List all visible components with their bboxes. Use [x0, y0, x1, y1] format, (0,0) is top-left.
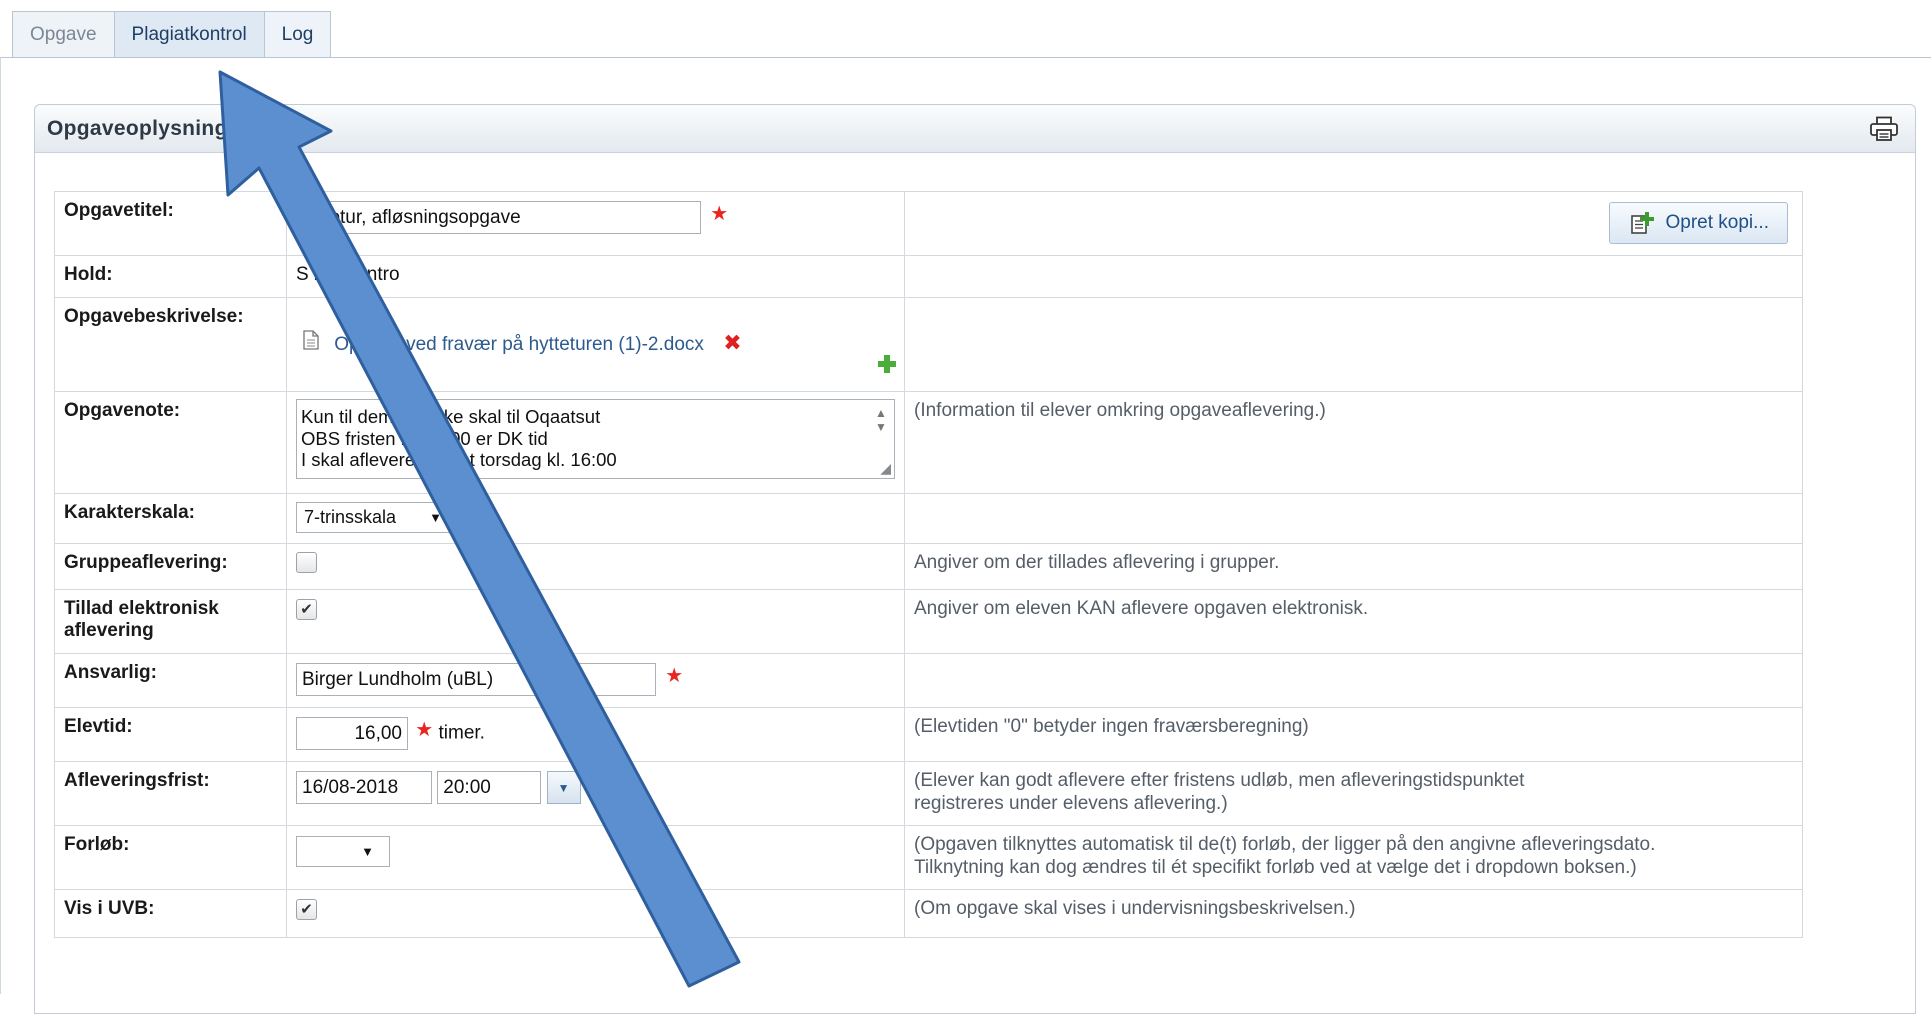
team-value: S 2018 Intro [286, 255, 905, 298]
student-time-input[interactable] [296, 717, 408, 750]
responsible-input[interactable] [296, 663, 656, 696]
row-team: Hold: S 2018 Intro [54, 255, 1803, 298]
electronic-label-2: aflevering [64, 619, 154, 641]
student-time-unit: timer. [438, 722, 485, 744]
team-label: Hold: [54, 255, 287, 298]
chevron-down-icon: ▼ [429, 510, 442, 525]
create-copy-label: Opret kopi... [1665, 211, 1770, 233]
note-textarea[interactable]: Kun til dem der ikke skal til Oqaatsut O… [296, 399, 895, 479]
assignment-form: Opgavetitel: ★ Opret kopi... Hold: S 201… [54, 191, 1803, 938]
electronic-hint: Angiver om eleven KAN aflevere opgaven e… [904, 589, 1803, 654]
title-input[interactable] [296, 201, 701, 234]
uvb-checkbox[interactable]: ✔ [296, 898, 317, 920]
uvb-hint: (Om opgave skal vises i undervisningsbes… [904, 889, 1803, 938]
grade-scale-label: Karakterskala: [54, 493, 287, 544]
add-file-icon[interactable] [877, 354, 897, 380]
required-star: ★ [665, 665, 684, 687]
group-checkbox[interactable] [296, 552, 317, 573]
group-hint: Angiver om der tillades aflevering i gru… [904, 543, 1803, 590]
tab-divider [0, 57, 1931, 58]
panel-header: Opgaveoplysninger [35, 105, 1915, 153]
panel-title: Opgaveoplysninger [47, 116, 249, 140]
row-course: Forløb: ▼ (Opgaven tilknyttes automatisk… [54, 825, 1803, 890]
title-label: Opgavetitel: [54, 191, 287, 256]
tab-bar: Opgave Plagiatkontrol Log [12, 11, 332, 58]
row-title: Opgavetitel: ★ Opret kopi... [54, 191, 1803, 256]
electronic-checkbox[interactable]: ✔ [296, 598, 317, 620]
note-hint: (Information til elever omkring opgaveaf… [904, 391, 1803, 494]
row-deadline: Afleveringsfrist: ▼ (Elever kan godt afl… [54, 761, 1803, 826]
deadline-hint-1: (Elever kan godt aflevere efter fristens… [914, 770, 1525, 791]
required-star: ★ [710, 203, 729, 225]
required-star: ★ [415, 719, 434, 741]
description-label: Opgavebeskrivelse: [54, 297, 287, 392]
tab-log[interactable]: Log [263, 11, 332, 58]
textarea-scroll-arrows[interactable]: ▲ ▼ [872, 406, 890, 434]
note-line-1: Kun til dem der ikke skal til Oqaatsut [301, 406, 601, 427]
tab-plagiatkontrol[interactable]: Plagiatkontrol [113, 11, 265, 58]
course-label: Forløb: [54, 825, 287, 890]
time-picker-button[interactable]: ▼ [546, 771, 581, 804]
attached-file-link[interactable]: Opgave ved fravær på hytteturen (1)-2.do… [334, 334, 704, 355]
note-line-2: OBS fristen kl. 20:00 er DK tid [301, 427, 548, 449]
chevron-down-icon: ▼ [361, 843, 374, 859]
responsible-label: Ansvarlig: [54, 653, 287, 708]
copy-add-icon [1630, 212, 1654, 234]
electronic-label-1: Tillad elektronisk [64, 598, 219, 619]
course-select[interactable]: ▼ [296, 835, 390, 867]
delete-file-icon[interactable]: ✖ [723, 330, 741, 355]
resize-grip-icon[interactable]: ◢ [880, 460, 891, 476]
content-border [0, 57, 1, 994]
row-grade-scale: Karakterskala: 7-trinsskala ▼ [54, 493, 1803, 544]
student-time-label: Elevtid: [54, 707, 287, 762]
row-description: Opgavebeskrivelse: Opgave ved fravær på … [54, 297, 1803, 392]
deadline-label: Afleveringsfrist: [54, 761, 287, 826]
document-icon [303, 330, 324, 355]
row-uvb: Vis i UVB: ✔ (Om opgave skal vises i und… [54, 889, 1803, 938]
grade-scale-select[interactable]: 7-trinsskala ▼ [296, 502, 450, 533]
student-time-hint: (Elevtiden "0" betyder ingen fraværsbere… [904, 707, 1803, 762]
deadline-hint-2: registreres under elevens aflevering.) [914, 792, 1228, 814]
note-line-3: I skal aflevere senest torsdag kl. 16:00 [301, 449, 617, 471]
uvb-label: Vis i UVB: [54, 889, 287, 938]
chevron-down-icon: ▼ [557, 780, 570, 795]
note-label: Opgavenote: [54, 391, 287, 494]
row-student-time: Elevtid: ★ timer. (Elevtiden "0" betyder… [54, 707, 1803, 762]
printer-icon[interactable] [1867, 114, 1901, 144]
group-label: Gruppeaflevering: [54, 543, 287, 590]
row-note: Opgavenote: Kun til dem der ikke skal ti… [54, 391, 1803, 494]
course-hint-2: Tilknytning kan dog ændres til ét specif… [914, 856, 1637, 878]
tab-opgave[interactable]: Opgave [12, 11, 115, 58]
row-responsible: Ansvarlig: ★ [54, 653, 1803, 708]
row-group: Gruppeaflevering: Angiver om der tillade… [54, 543, 1803, 590]
create-copy-button[interactable]: Opret kopi... [1608, 202, 1788, 244]
row-electronic: Tillad elektronisk aflevering ✔ Angiver … [54, 589, 1803, 654]
deadline-date-input[interactable] [296, 771, 432, 804]
course-hint-1: (Opgaven tilknyttes automatisk til de(t)… [914, 834, 1656, 855]
grade-scale-value: 7-trinsskala [304, 507, 397, 527]
deadline-time-input[interactable] [437, 771, 542, 804]
